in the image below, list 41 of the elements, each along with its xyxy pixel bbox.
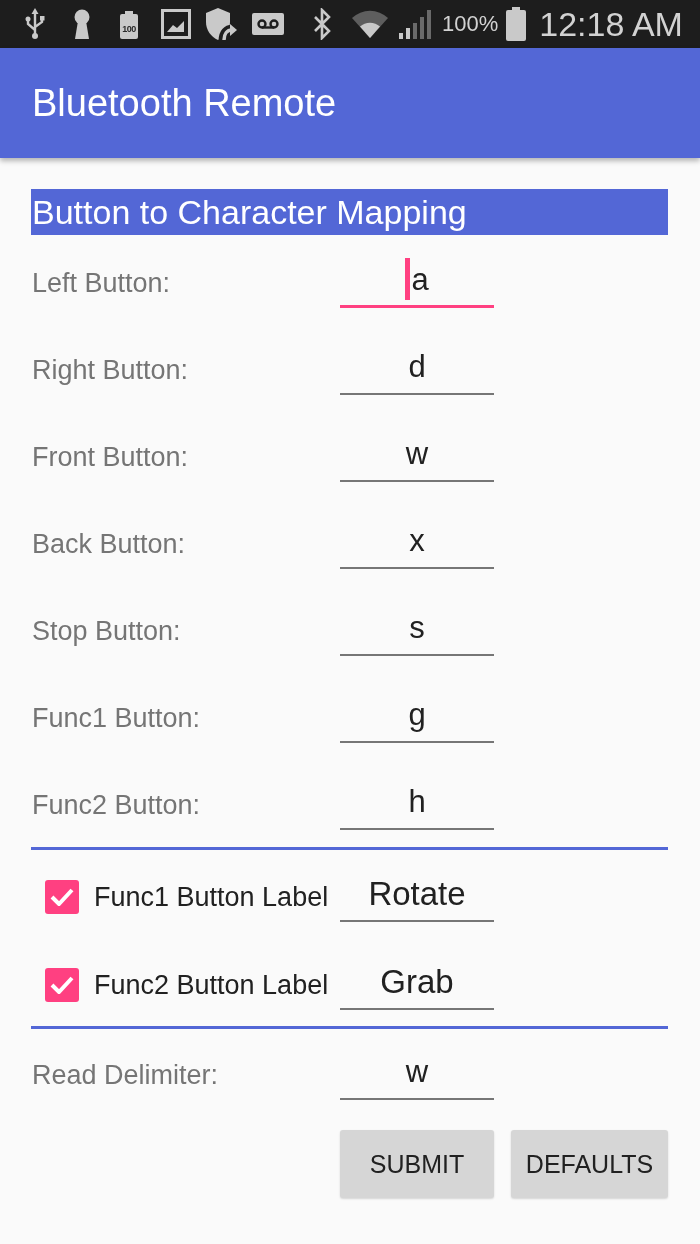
checkmark-icon (50, 888, 74, 906)
checkbox-label: Func1 Button Label (94, 881, 330, 913)
text-cursor-icon (405, 258, 411, 300)
image-icon (161, 9, 191, 39)
battery-percentage: 100% (442, 11, 499, 37)
checkmark-icon (50, 976, 74, 994)
text-field[interactable]: s (340, 606, 494, 656)
text-field[interactable]: h (340, 780, 494, 830)
voicemail-icon (252, 13, 284, 35)
section-header: Button to Character Mapping (31, 189, 668, 235)
field-label: Func1 Button: (31, 702, 202, 734)
signal-icon (398, 9, 432, 39)
wifi-icon (351, 9, 389, 39)
checkbox[interactable] (45, 880, 79, 914)
defaults-button[interactable]: DEFAULTS (511, 1130, 668, 1198)
text-field[interactable]: w (340, 1050, 494, 1100)
text-field[interactable]: Rotate (340, 872, 494, 922)
text-field[interactable]: x (340, 519, 494, 569)
text-field[interactable]: d (340, 345, 494, 395)
bluetooth-icon (312, 8, 332, 40)
field-label: Front Button: (31, 441, 190, 473)
battery-saver-indicator: 100 (120, 14, 138, 39)
shield-arrow-icon (204, 7, 238, 41)
text-field[interactable]: a (340, 258, 494, 308)
checkbox[interactable] (45, 968, 79, 1002)
checkbox-label: Func2 Button Label (94, 969, 330, 1001)
battery-icon (506, 7, 527, 41)
usb-icon (25, 8, 45, 40)
field-label: Func2 Button: (31, 789, 202, 821)
field-label: Back Button: (31, 528, 187, 560)
keyhole-icon (72, 9, 92, 39)
field-label: Stop Button: (31, 615, 182, 647)
text-field[interactable]: g (340, 693, 494, 743)
submit-button[interactable]: SUBMIT (340, 1130, 494, 1198)
field-label: Read Delimiter: (31, 1059, 220, 1091)
field-label: Right Button: (31, 354, 190, 386)
text-field[interactable]: w (340, 432, 494, 482)
field-label: Left Button: (31, 267, 172, 299)
text-field[interactable]: Grab (340, 960, 494, 1010)
app-title: Bluetooth Remote (32, 81, 337, 125)
clock-time: 12:18 AM (539, 4, 683, 44)
